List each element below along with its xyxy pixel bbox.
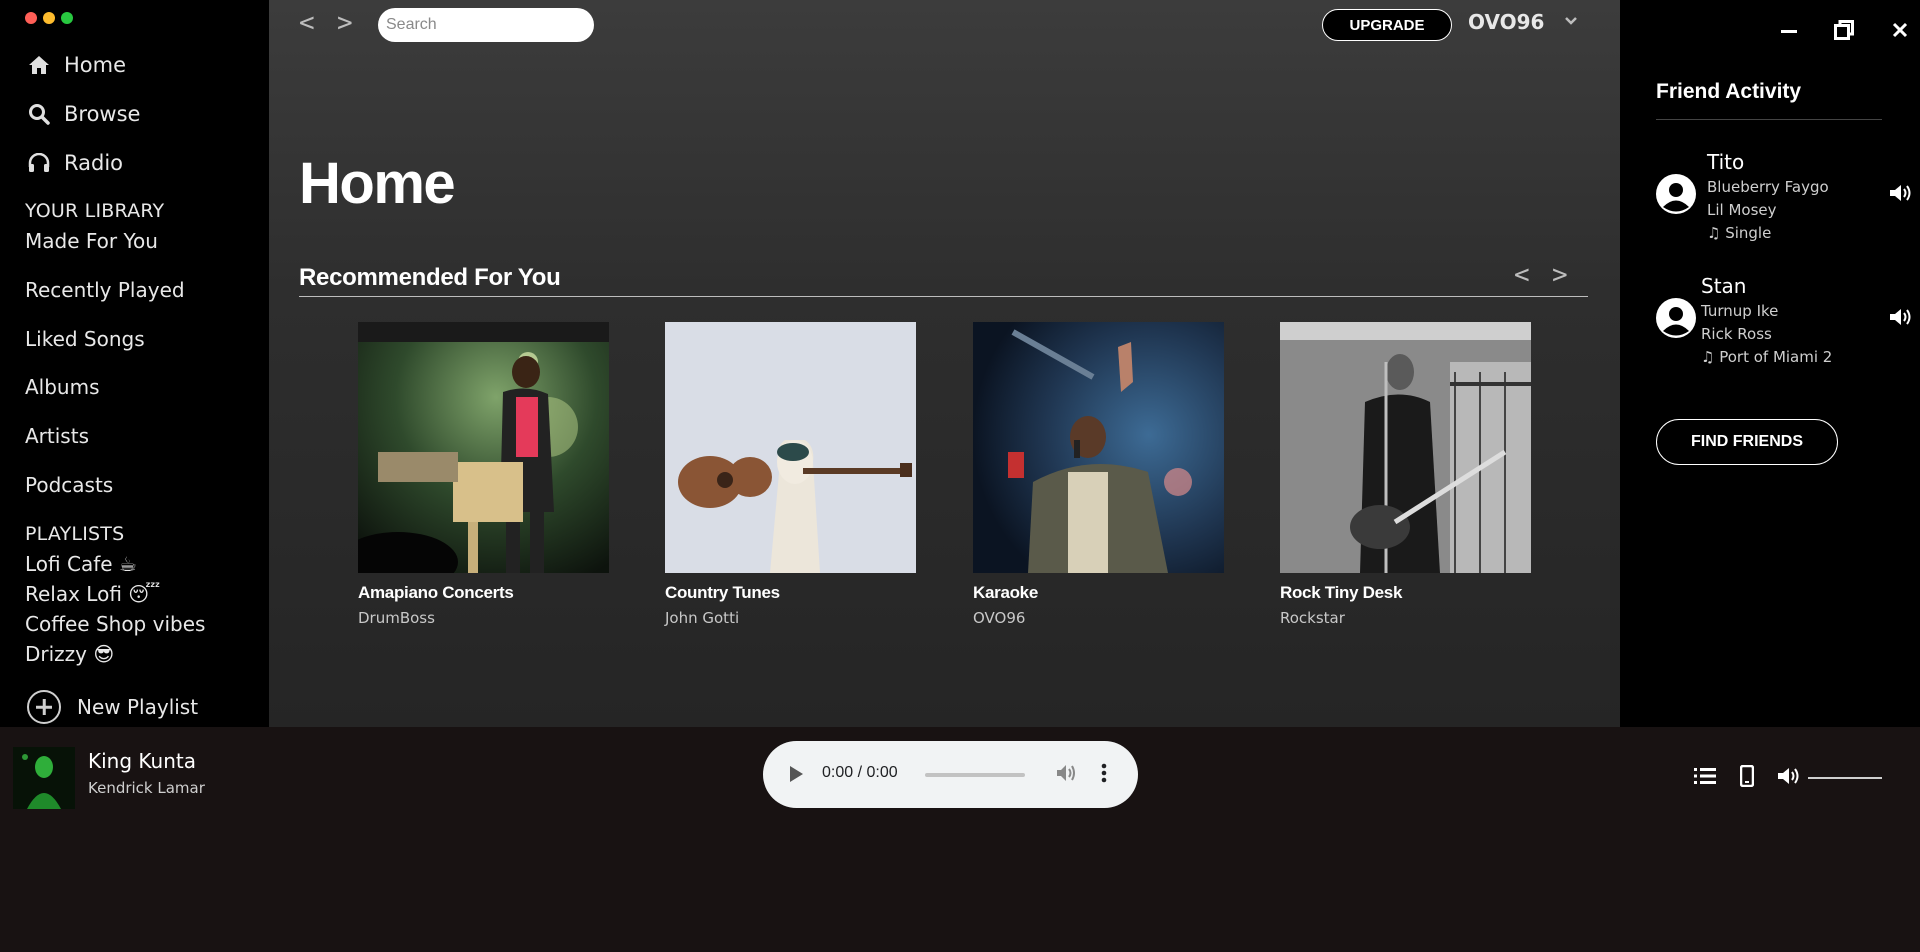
home-icon	[25, 53, 53, 77]
card-title: Amapiano Concerts	[358, 583, 514, 602]
playlist-item[interactable]: Drizzy 😎	[25, 642, 114, 666]
playlist-card[interactable]: Karaoke OVO96	[973, 322, 1224, 627]
now-playing-cover	[13, 747, 75, 809]
nav-browse[interactable]: Browse	[25, 102, 140, 126]
friend-activity-panel: Friend Activity Tito Blueberry Faygo Lil…	[1620, 0, 1920, 727]
nav-home-label: Home	[64, 53, 127, 77]
search-input[interactable]	[378, 8, 594, 42]
card-subtitle: John Gotti	[665, 609, 740, 627]
avatar	[1656, 174, 1696, 214]
more-options-icon[interactable]	[1101, 763, 1107, 787]
now-playing-artist: Kendrick Lamar	[88, 779, 205, 797]
playlist-item[interactable]: Lofi Cafe ☕	[25, 552, 137, 576]
music-note-icon: ♫	[1707, 224, 1726, 242]
friend-artist: Rick Ross	[1701, 325, 1772, 343]
window-traffic-lights	[25, 12, 73, 24]
minimize-icon[interactable]	[1780, 19, 1798, 38]
volume-icon	[1888, 183, 1914, 207]
audio-player: 0:00 / 0:00	[763, 741, 1138, 808]
music-note-icon: ♫	[1701, 348, 1720, 366]
card-subtitle: DrumBoss	[358, 609, 435, 627]
playlist-card[interactable]: Rock Tiny Desk Rockstar	[1280, 322, 1531, 627]
nav-browse-label: Browse	[64, 102, 141, 126]
sidebar: Home Browse Radio YOUR LIBRARY Made For …	[0, 0, 269, 727]
player-bar: King Kunta Kendrick Lamar 0:00 / 0:00	[0, 727, 1920, 952]
card-image	[665, 322, 916, 573]
queue-icon[interactable]	[1694, 767, 1716, 789]
friend-activity-divider	[1656, 119, 1882, 120]
headphones-icon	[25, 151, 53, 175]
card-image	[973, 322, 1224, 573]
card-image	[358, 322, 609, 573]
library-item-liked-songs[interactable]: Liked Songs	[25, 327, 145, 351]
nav-home[interactable]: Home	[25, 53, 126, 77]
maximize-dot[interactable]	[61, 12, 73, 24]
friend-artist: Lil Mosey	[1707, 201, 1777, 219]
nav-radio-label: Radio	[64, 151, 124, 175]
playlists-heading: PLAYLISTS	[25, 523, 125, 545]
section-title: Recommended For You	[299, 264, 561, 291]
card-title: Rock Tiny Desk	[1280, 583, 1403, 602]
section-divider	[299, 296, 1588, 297]
friend-name: Tito	[1707, 150, 1745, 174]
friend-album: ♫ Port of Miami 2	[1701, 348, 1832, 366]
card-title: Karaoke	[973, 583, 1038, 602]
friend-album-label: Port of Miami 2	[1719, 348, 1833, 366]
progress-slider[interactable]	[925, 773, 1025, 777]
volume-icon	[1888, 307, 1914, 331]
upgrade-button[interactable]: UPGRADE	[1322, 9, 1452, 41]
friend-activity-title: Friend Activity	[1656, 80, 1802, 103]
playback-time: 0:00 / 0:00	[822, 764, 898, 781]
new-playlist-button[interactable]: New Playlist	[27, 690, 198, 724]
volume-icon[interactable]	[1776, 766, 1802, 790]
find-friends-button[interactable]: FIND FRIENDS	[1656, 419, 1838, 465]
chevron-down-icon	[1564, 14, 1578, 30]
friend-album-label: Single	[1725, 224, 1772, 242]
friend-album: ♫ Single	[1707, 224, 1771, 242]
friend-song: Turnup Ike	[1701, 302, 1779, 320]
friend-name: Stan	[1701, 274, 1747, 298]
volume-slider[interactable]	[1808, 777, 1882, 779]
friend-song: Blueberry Faygo	[1707, 178, 1829, 196]
now-playing-title: King Kunta	[88, 749, 196, 773]
playlist-card[interactable]: Country Tunes John Gotti	[665, 322, 916, 627]
card-title: Country Tunes	[665, 583, 780, 602]
avatar	[1656, 298, 1696, 338]
restore-icon[interactable]	[1834, 20, 1854, 44]
library-item-albums[interactable]: Albums	[25, 375, 100, 399]
forward-button[interactable]: >	[337, 8, 353, 38]
card-subtitle: Rockstar	[1280, 609, 1345, 627]
close-dot[interactable]	[25, 12, 37, 24]
playlist-item[interactable]: Coffee Shop vibes	[25, 612, 205, 636]
playlist-card[interactable]: Amapiano Concerts DrumBoss	[358, 322, 609, 627]
plus-circle-icon	[27, 690, 61, 724]
search-icon	[25, 102, 53, 126]
user-menu[interactable]: OVO96	[1468, 10, 1578, 34]
page-title: Home	[299, 151, 456, 216]
play-icon[interactable]	[790, 766, 803, 782]
main-content: < > UPGRADE OVO96 Home Recommended For Y…	[269, 0, 1620, 727]
library-item-podcasts[interactable]: Podcasts	[25, 473, 113, 497]
library-item-recently-played[interactable]: Recently Played	[25, 278, 185, 302]
card-image	[1280, 322, 1531, 573]
close-icon[interactable]	[1892, 22, 1908, 42]
back-button[interactable]: <	[299, 8, 315, 38]
library-item-made-for-you[interactable]: Made For You	[25, 229, 158, 253]
username: OVO96	[1468, 10, 1545, 34]
carousel-next-button[interactable]: >	[1552, 260, 1568, 290]
library-heading: YOUR LIBRARY	[25, 200, 165, 222]
volume-icon[interactable]	[1055, 763, 1077, 787]
minimize-dot[interactable]	[43, 12, 55, 24]
new-playlist-label: New Playlist	[77, 695, 199, 719]
library-item-artists[interactable]: Artists	[25, 424, 89, 448]
card-subtitle: OVO96	[973, 609, 1026, 627]
nav-radio[interactable]: Radio	[25, 151, 123, 175]
playlist-item[interactable]: Relax Lofi 😴	[25, 582, 160, 606]
carousel-prev-button[interactable]: <	[1514, 260, 1530, 290]
device-icon[interactable]	[1739, 764, 1755, 791]
